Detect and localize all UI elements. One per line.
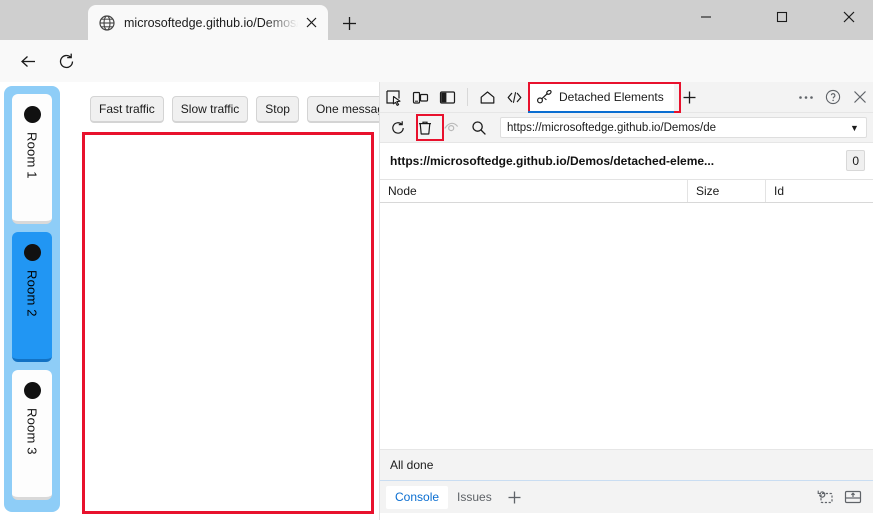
tab-detached-elements[interactable]: Detached Elements: [528, 81, 681, 113]
clear-trash-icon[interactable]: [411, 114, 438, 141]
slow-traffic-button[interactable]: Slow traffic: [171, 96, 249, 123]
drawer-add-tool-icon[interactable]: [501, 483, 529, 511]
stop-button[interactable]: Stop: [256, 96, 299, 123]
room-tab-2[interactable]: Room 2: [12, 232, 52, 362]
drawer-tab-console[interactable]: Console: [386, 485, 449, 509]
status-bar: All done: [380, 449, 873, 480]
column-header-size[interactable]: Size: [688, 180, 766, 202]
devtools-more-icon[interactable]: [792, 84, 819, 111]
reveal-eye-icon: [438, 114, 465, 141]
room-avatar-icon: [23, 382, 41, 399]
inspect-element-icon[interactable]: [380, 84, 407, 111]
refresh-icon[interactable]: [384, 114, 411, 141]
sources-code-icon[interactable]: [501, 84, 528, 111]
device-emulation-icon[interactable]: [407, 84, 434, 111]
close-devtools-icon[interactable]: [846, 84, 873, 111]
room-label: Room 2: [24, 270, 40, 317]
browser-tab[interactable]: microsoftedge.github.io/Demos/d: [88, 5, 328, 40]
traffic-controls: Fast traffic Slow traffic Stop One messa…: [90, 96, 379, 123]
room-avatar-icon: [23, 106, 41, 123]
fast-traffic-button[interactable]: Fast traffic: [90, 96, 164, 123]
drawer-right-icons: [811, 483, 873, 511]
chevron-down-icon: ▼: [850, 122, 859, 133]
room-tab-1[interactable]: Room 1: [12, 94, 52, 224]
page-viewport: Room 1 Room 2 Room 3 Fast traffic Slow t…: [0, 82, 379, 520]
detached-elements-icon: [536, 89, 553, 105]
navigation-bar: https://microsoftedge.github.io/Demos/de…: [0, 40, 873, 117]
devtools-toolbar: Detached Elements: [380, 81, 873, 113]
origin-url: https://microsoftedge.github.io/Demos/de…: [390, 153, 715, 168]
browser-window: microsoftedge.github.io/Demos/d Room 1 R…: [0, 0, 873, 520]
home-icon[interactable]: [474, 84, 501, 111]
minimize-button[interactable]: [683, 0, 729, 33]
detached-elements-table-header: Node Size Id: [380, 179, 873, 203]
devtools-drawer: Console Issues: [380, 480, 873, 513]
origin-header-row: https://microsoftedge.github.io/Demos/de…: [380, 143, 873, 179]
dock-side-icon[interactable]: [434, 84, 461, 111]
add-tool-icon[interactable]: [676, 84, 703, 111]
title-bar: microsoftedge.github.io/Demos/d: [0, 0, 873, 40]
close-tab-icon[interactable]: [300, 12, 322, 34]
back-icon[interactable]: [14, 47, 42, 75]
globe-icon: [98, 14, 116, 32]
message-list[interactable]: [84, 134, 372, 512]
detached-elements-toolbar: https://microsoftedge.github.io/Demos/de…: [380, 113, 873, 143]
room-avatar-icon: [23, 244, 41, 261]
browser-tab-title: microsoftedge.github.io/Demos/d: [124, 15, 300, 30]
column-header-node[interactable]: Node: [380, 180, 688, 202]
status-text: All done: [390, 458, 434, 472]
detached-count-badge: 0: [846, 150, 865, 171]
target-url-value: https://microsoftedge.github.io/Demos/de: [507, 121, 717, 134]
help-icon[interactable]: [819, 84, 846, 111]
toolbar-divider: [467, 88, 468, 106]
chat-area: Fast traffic Slow traffic Stop One messa…: [72, 82, 379, 520]
tab-detached-elements-label: Detached Elements: [559, 90, 664, 104]
close-window-button[interactable]: [826, 0, 872, 33]
drawer-tab-issues[interactable]: Issues: [448, 486, 501, 509]
column-header-id[interactable]: Id: [766, 180, 873, 202]
target-url-dropdown[interactable]: https://microsoftedge.github.io/Demos/de…: [500, 117, 867, 138]
devtools-panel: Detached Elements https://microsoftedge.…: [379, 81, 873, 520]
room-label: Room 1: [24, 132, 40, 179]
room-tab-3[interactable]: Room 3: [12, 370, 52, 500]
dock-bottom-icon[interactable]: [839, 483, 867, 511]
new-tab-button[interactable]: [336, 10, 362, 36]
search-icon[interactable]: [465, 114, 492, 141]
detached-elements-table-body[interactable]: [380, 203, 873, 449]
restore-drawer-icon[interactable]: [811, 483, 839, 511]
one-message-button[interactable]: One message: [306, 96, 379, 123]
devtools-toolbar-right: [792, 84, 873, 111]
rooms-rail: Room 1 Room 2 Room 3: [4, 86, 60, 512]
room-label: Room 3: [24, 408, 40, 455]
reload-icon[interactable]: [52, 47, 80, 75]
maximize-button[interactable]: [759, 0, 805, 33]
